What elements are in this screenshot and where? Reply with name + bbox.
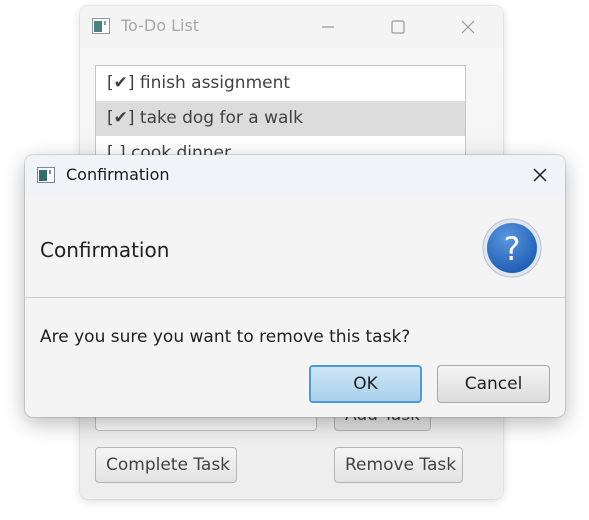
ok-button[interactable]: OK xyxy=(309,365,422,403)
dialog-header-text: Confirmation xyxy=(40,238,170,262)
question-icon: ? xyxy=(482,218,542,278)
dialog-title: Confirmation xyxy=(66,165,170,184)
close-icon xyxy=(533,168,547,182)
remove-task-button[interactable]: Remove Task xyxy=(334,447,463,483)
confirmation-dialog: Confirmation Confirmation ? Are you sure… xyxy=(25,155,565,417)
task-item[interactable]: [✔] finish assignment xyxy=(96,66,465,101)
dialog-message: Are you sure you want to remove this tas… xyxy=(40,327,411,347)
maximize-icon xyxy=(391,20,405,34)
app-window-icon xyxy=(37,167,55,183)
dialog-header: Confirmation ? xyxy=(25,195,565,298)
minimize-icon xyxy=(322,26,334,28)
svg-text:?: ? xyxy=(504,230,521,268)
window-title: To-Do List xyxy=(121,16,200,35)
close-button[interactable] xyxy=(445,14,491,40)
dialog-titlebar[interactable]: Confirmation xyxy=(25,155,565,195)
dialog-close-button[interactable] xyxy=(522,162,558,188)
complete-task-button[interactable]: Complete Task xyxy=(95,447,237,483)
maximize-button[interactable] xyxy=(375,14,421,40)
task-item-selected[interactable]: [✔] take dog for a walk xyxy=(96,101,465,136)
cancel-button[interactable]: Cancel xyxy=(437,365,550,403)
main-titlebar[interactable]: To-Do List xyxy=(80,6,503,48)
minimize-button[interactable] xyxy=(305,14,351,40)
close-icon xyxy=(461,20,475,34)
app-window-icon xyxy=(92,18,110,34)
